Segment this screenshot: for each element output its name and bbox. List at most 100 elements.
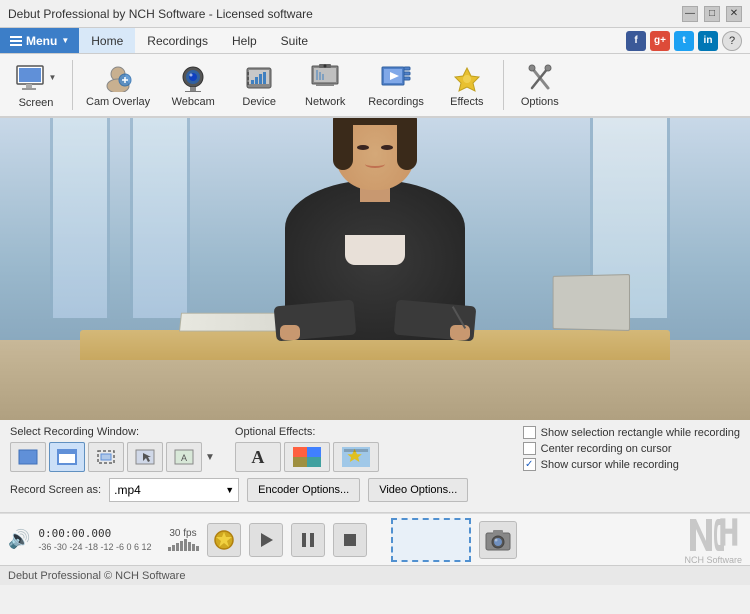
window-btn[interactable] — [49, 442, 85, 472]
maximize-button[interactable]: □ — [704, 6, 720, 22]
menu-item-recordings[interactable]: Recordings — [135, 28, 220, 53]
linkedin-icon[interactable]: in — [698, 31, 718, 51]
center-cursor-checkbox-row: Center recording on cursor — [523, 442, 740, 455]
nch-logo: NCH Software — [684, 515, 742, 565]
volume-meter: -36 -30 -24 -18 -12 -6 0 6 12 — [38, 542, 153, 552]
screen-icon — [16, 62, 48, 94]
show-cursor-checkbox-row: Show cursor while recording — [523, 458, 740, 471]
webcam-label: Webcam — [172, 96, 215, 108]
db-scale-label: -36 -30 -24 -18 -12 -6 0 6 12 — [38, 542, 151, 552]
encoder-options-button[interactable]: Encoder Options... — [247, 478, 360, 502]
menu-item-suite[interactable]: Suite — [269, 28, 320, 53]
center-cursor-checkbox[interactable] — [523, 442, 536, 455]
playback-controls: 🔊 0:00:00.000 -36 -30 -24 -18 -12 -6 0 6… — [0, 513, 750, 565]
center-cursor-label: Center recording on cursor — [541, 443, 672, 455]
scene-icon-btn[interactable] — [207, 523, 241, 557]
stop-button[interactable] — [333, 523, 367, 557]
controls-row1: Select Recording Window: A ▼ — [10, 426, 740, 472]
cam-overlay-icon — [102, 62, 134, 93]
window-mode-dropdown[interactable]: ▼ — [205, 452, 215, 463]
volume-icon[interactable]: 🔊 — [8, 529, 30, 550]
text-effect-btn[interactable]: A — [235, 442, 281, 472]
toolbar-options[interactable]: Options — [508, 57, 572, 113]
cam-overlay-label: Cam Overlay — [86, 96, 150, 108]
show-cursor-label: Show cursor while recording — [541, 459, 679, 471]
recordings-label: Recordings — [368, 96, 424, 108]
menu-social-area: f g+ t in ? — [626, 31, 750, 51]
options-label: Options — [521, 96, 559, 108]
video-options-button[interactable]: Video Options... — [368, 478, 468, 502]
color-effect-btn[interactable] — [284, 442, 330, 472]
toolbar-effects[interactable]: Effects — [435, 57, 499, 113]
time-section: 0:00:00.000 -36 -30 -24 -18 -12 -6 0 6 1… — [38, 527, 153, 552]
controls-area: Select Recording Window: A ▼ — [0, 420, 750, 513]
screen-label: Screen — [19, 97, 54, 109]
region-btn[interactable] — [88, 442, 124, 472]
close-button[interactable]: ✕ — [726, 6, 742, 22]
select-recording-section: Select Recording Window: A ▼ — [10, 426, 215, 472]
play-button[interactable] — [249, 523, 283, 557]
fps-bars-visual — [168, 539, 199, 551]
record-as-label: Record Screen as: — [10, 484, 101, 496]
recordings-icon — [380, 62, 412, 93]
twitter-icon[interactable]: t — [674, 31, 694, 51]
hamburger-icon — [10, 36, 22, 46]
help-icon[interactable]: ? — [722, 31, 742, 51]
fps-section: 30 fps — [168, 528, 199, 551]
screen-dropdown-arrow: ▼ — [49, 73, 57, 82]
controls-row2: Record Screen as: .mp4 ▼ Encoder Options… — [10, 478, 740, 502]
menu-dropdown-button[interactable]: Menu ▼ — [0, 28, 79, 53]
toolbar-device[interactable]: Device — [227, 57, 291, 113]
format-dropdown-arrow: ▼ — [225, 485, 234, 495]
device-icon — [243, 62, 275, 93]
effects-buttons: A — [235, 442, 379, 472]
toolbar-webcam[interactable]: Webcam — [161, 57, 225, 113]
status-text: Debut Professional © NCH Software — [8, 570, 185, 582]
toolbar-network[interactable]: Network — [293, 57, 357, 113]
screen-icon-group: ▼ — [16, 62, 57, 94]
window-controls: — □ ✕ — [682, 6, 742, 22]
toolbar-cam-overlay[interactable]: Cam Overlay — [77, 57, 159, 113]
toolbar-divider-1 — [72, 60, 73, 110]
title-bar: Debut Professional by NCH Software - Lic… — [0, 0, 750, 28]
options-icon — [524, 62, 556, 93]
show-rectangle-label: Show selection rectangle while recording — [541, 427, 740, 439]
toolbar-screen[interactable]: ▼ Screen — [4, 57, 68, 113]
snapshot-button[interactable] — [479, 521, 517, 559]
time-display: 0:00:00.000 — [38, 527, 111, 540]
svg-text:A: A — [181, 453, 187, 463]
nch-software-label: NCH Software — [684, 555, 742, 565]
show-rectangle-checkbox-row: Show selection rectangle while recording — [523, 426, 740, 439]
menu-arrow-icon: ▼ — [61, 36, 69, 45]
facebook-icon[interactable]: f — [626, 31, 646, 51]
toolbar-recordings[interactable]: Recordings — [359, 57, 433, 113]
googleplus-icon[interactable]: g+ — [650, 31, 670, 51]
format-select[interactable]: .mp4 ▼ — [109, 478, 239, 502]
network-label: Network — [305, 96, 345, 108]
show-cursor-checkbox[interactable] — [523, 458, 536, 471]
preview-thumbnail — [391, 518, 471, 562]
menu-bar: Menu ▼ Home Recordings Help Suite f g+ t… — [0, 28, 750, 54]
menu-item-home[interactable]: Home — [79, 28, 135, 53]
record-window-buttons: A ▼ — [10, 442, 215, 472]
webcam-icon — [177, 62, 209, 93]
show-rectangle-checkbox[interactable] — [523, 426, 536, 439]
menu-item-help[interactable]: Help — [220, 28, 269, 53]
recording-checkboxes: Show selection rectangle while recording… — [523, 426, 740, 471]
optional-effects-label: Optional Effects: — [235, 426, 379, 438]
auto-detect-btn[interactable]: A — [166, 442, 202, 472]
follow-cursor-btn[interactable] — [127, 442, 163, 472]
effects-icon — [451, 62, 483, 93]
nch-logo-icon — [688, 515, 742, 555]
toolbar: ▼ Screen Cam Overlay — [0, 54, 750, 118]
minimize-button[interactable]: — — [682, 6, 698, 22]
window-title: Debut Professional by NCH Software - Lic… — [8, 7, 313, 21]
optional-effects-section: Optional Effects: A — [235, 426, 379, 472]
full-screen-btn[interactable] — [10, 442, 46, 472]
pause-button[interactable] — [291, 523, 325, 557]
effects-label: Effects — [450, 96, 483, 108]
toolbar-divider-2 — [503, 60, 504, 110]
watermark-effect-btn[interactable] — [333, 442, 379, 472]
fps-display: 30 fps — [169, 528, 196, 539]
network-icon — [309, 62, 341, 93]
